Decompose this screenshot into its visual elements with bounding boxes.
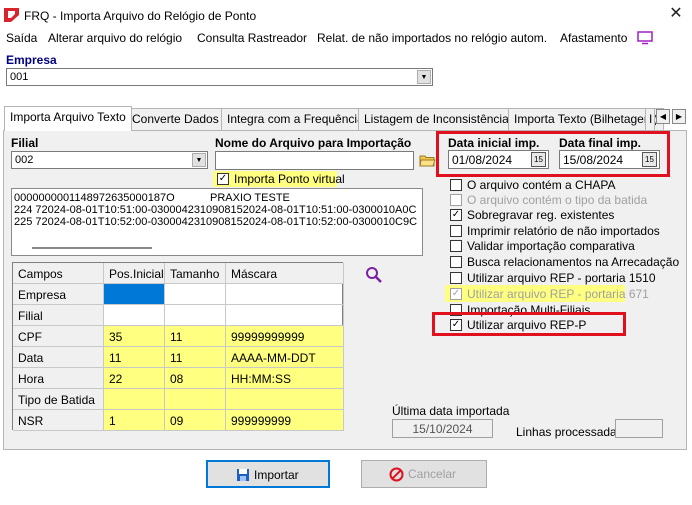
checkbox-box [450, 194, 462, 206]
grid-header-campos: Campos [13, 263, 104, 284]
table-cell[interactable]: HH:MM:SS [226, 368, 344, 389]
check-icon: ✓ [450, 288, 462, 300]
tab-converte-dados[interactable]: Converte Dados [126, 108, 225, 130]
option-label: Validar importação comparativa [467, 239, 635, 253]
chevron-down-icon[interactable]: ▼ [417, 70, 431, 84]
linhas-processadas-value [615, 419, 663, 438]
table-cell[interactable] [104, 389, 165, 410]
tab-truncated[interactable]: I [645, 108, 656, 130]
cancelar-label: Cancelar [408, 467, 457, 481]
option-label: O arquivo contém a CHAPA [467, 178, 616, 192]
grid-header-tamanho: Tamanho [165, 263, 226, 284]
option-label: O arquivo contém o tipo da batida [467, 193, 648, 207]
monitor-icon[interactable] [637, 31, 653, 45]
menu-bar: Saída Alterar arquivo do relógio Consult… [0, 30, 692, 50]
checkbox-box [450, 256, 462, 268]
tab-importa-arquivo-texto[interactable]: Importa Arquivo Texto [4, 106, 132, 131]
option-label: Sobregravar reg. existentes [467, 208, 615, 222]
grid-header-mascara: Máscara [226, 263, 344, 284]
option-label: Imprimir relatório de não importados [467, 224, 660, 238]
table-cell[interactable]: 11 [165, 347, 226, 368]
table-cell[interactable] [165, 284, 226, 305]
table-row-label: Data [13, 347, 104, 368]
menu-consulta-rastreador[interactable]: Consulta Rastreador [197, 31, 307, 45]
rep-p-highlight-box [432, 312, 626, 336]
table-cell[interactable]: 11 [165, 326, 226, 347]
filial-combo[interactable]: 002 ▼ [11, 151, 208, 169]
list-item: 0000000001148972635000187O PRAXIO TESTE [14, 192, 290, 204]
option-label: Utilizar arquivo REP - portaria 671 [467, 287, 649, 301]
date-highlight-box [436, 131, 670, 177]
table-cell[interactable]: 08 [165, 368, 226, 389]
table-cell[interactable]: 999999999 [226, 410, 344, 431]
table-cell[interactable] [226, 389, 344, 410]
window-title: FRQ - Importa Arquivo do Relógio de Pont… [24, 9, 257, 23]
nome-arquivo-input[interactable] [215, 151, 414, 170]
ultima-data-value: 15/10/2024 [392, 419, 493, 438]
checkbox-box [450, 179, 462, 191]
checkbox-box [450, 225, 462, 237]
cancel-icon [389, 467, 404, 482]
menu-afastamento[interactable]: Afastamento [560, 31, 627, 45]
fields-grid[interactable]: Campos Pos.Inicial Tamanho Máscara Empre… [12, 262, 344, 431]
table-cell[interactable] [165, 305, 226, 326]
menu-saida[interactable]: Saída [6, 31, 37, 45]
save-icon [237, 469, 249, 481]
table-cell[interactable]: 09 [165, 410, 226, 431]
table-row-label: Hora [13, 368, 104, 389]
menu-relat-nao-importados[interactable]: Relat. de não importados no relógio auto… [317, 31, 547, 45]
ultima-data-label: Última data importada [392, 404, 510, 418]
tab-listagem-inconsistencias[interactable]: Listagem de Inconsistências [358, 108, 521, 130]
table-cell[interactable] [104, 284, 165, 305]
table-cell[interactable]: 35 [104, 326, 165, 347]
file-preview-list[interactable]: 0000000001148972635000187O PRAXIO TESTE 2… [11, 188, 423, 256]
empresa-label: Empresa [6, 53, 57, 67]
checkbox-box [450, 240, 462, 252]
grid-header-pos: Pos.Inicial [104, 263, 165, 284]
cancelar-button: Cancelar [361, 460, 487, 488]
tab-integra-frequencia[interactable]: Integra com a Frequência [221, 108, 370, 130]
table-cell[interactable]: 11 [104, 347, 165, 368]
chevron-down-icon[interactable]: ▼ [192, 153, 206, 167]
table-cell[interactable]: 1 [104, 410, 165, 431]
table-cell[interactable] [165, 389, 226, 410]
tab-importa-texto-bilhetagem[interactable]: Importa Texto (Bilhetagem) [508, 108, 664, 130]
linhas-processadas-label: Linhas processadas [516, 425, 623, 439]
filial-label: Filial [11, 136, 39, 150]
option-label: Utilizar arquivo REP - portaria 1510 [467, 271, 656, 285]
close-button[interactable]: ✕ [664, 3, 688, 25]
check-icon: ✓ [450, 209, 462, 221]
horizontal-scrollbar[interactable] [32, 247, 152, 249]
table-row-label: Tipo de Batida [13, 389, 104, 410]
tab-scroll-right-icon[interactable]: ▶ [672, 109, 686, 124]
app-logo-icon [4, 8, 19, 22]
importa-ponto-virtual-label: Importa Ponto virtual [234, 172, 345, 186]
check-icon: ✓ [217, 173, 229, 185]
list-item: 225 72024-08-01T10:52:00-030004231090815… [14, 216, 418, 228]
table-cell[interactable] [226, 284, 344, 305]
table-row-label: CPF [13, 326, 104, 347]
table-row-label: NSR [13, 410, 104, 431]
option-label: Busca relacionamentos na Arrecadação [467, 255, 680, 269]
folder-icon[interactable] [419, 153, 436, 167]
list-item: 224 72024-08-01T10:51:00-030004231090815… [14, 204, 417, 216]
nome-arquivo-label: Nome do Arquivo para Importação [215, 136, 412, 150]
table-cell[interactable]: 99999999999 [226, 326, 344, 347]
table-cell[interactable] [226, 305, 344, 326]
empresa-combo[interactable]: 001 ▼ [6, 68, 433, 86]
importar-button[interactable]: Importar [206, 460, 330, 488]
table-cell[interactable] [104, 305, 165, 326]
checkbox-box [450, 272, 462, 284]
importar-label: Importar [254, 468, 299, 482]
search-icon[interactable] [365, 266, 383, 284]
table-row-label: Empresa [13, 284, 104, 305]
table-row-label: Filial [13, 305, 104, 326]
menu-alterar-arquivo[interactable]: Alterar arquivo do relógio [48, 31, 182, 45]
filial-value: 002 [15, 154, 34, 166]
table-cell[interactable]: 22 [104, 368, 165, 389]
tab-scroll-left-icon[interactable]: ◀ [656, 109, 670, 124]
table-cell[interactable]: AAAA-MM-DDT [226, 347, 344, 368]
empresa-value: 001 [10, 71, 29, 83]
